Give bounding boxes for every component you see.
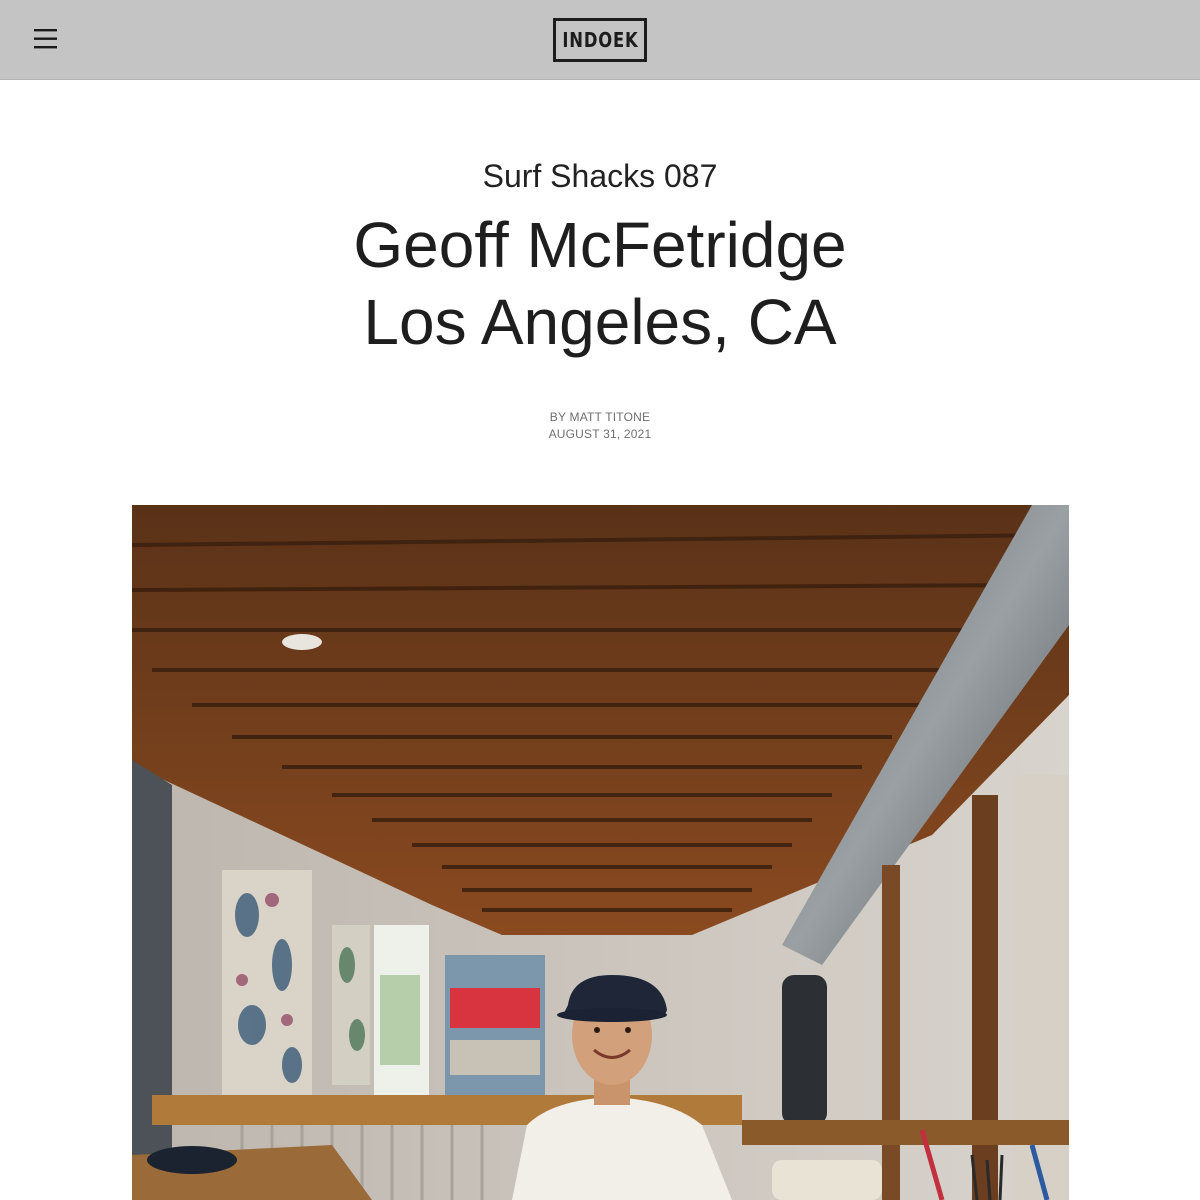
site-header: INDOEK <box>0 0 1200 80</box>
publish-date: AUGUST 31, 2021 <box>548 427 652 441</box>
title-line-name: Geoff McFetridge <box>353 209 847 281</box>
article-title: Geoff McFetridge Los Angeles, CA <box>0 207 1200 361</box>
series-label: Surf Shacks 087 <box>482 158 718 194</box>
hero-image <box>132 505 1069 1200</box>
logo-text: INDOEK <box>561 28 639 52</box>
site-logo[interactable]: INDOEK <box>553 18 647 62</box>
author-link[interactable]: BY MATT TITONE <box>0 409 1200 426</box>
title-line-location: Los Angeles, CA <box>363 286 837 358</box>
byline: BY MATT TITONE AUGUST 31, 2021 <box>0 409 1200 443</box>
hamburger-menu-icon[interactable] <box>30 24 60 54</box>
